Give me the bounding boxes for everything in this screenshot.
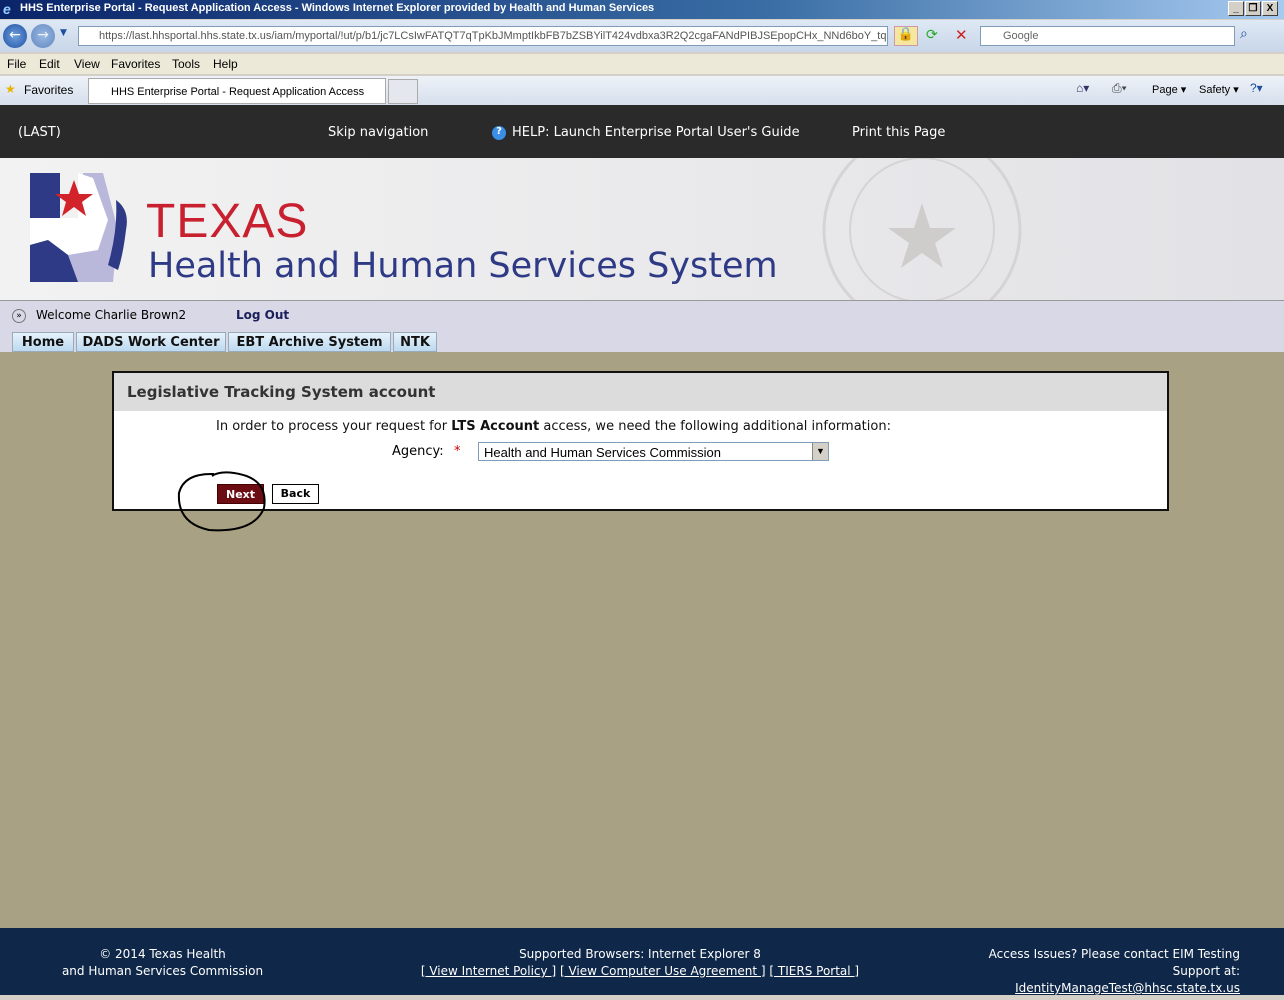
- menu-edit[interactable]: Edit: [39, 57, 60, 71]
- supported-browsers: Supported Browsers: Internet Explorer 8: [519, 947, 761, 961]
- tab-label: HHS Enterprise Portal - Request Applicat…: [111, 86, 365, 98]
- agency-label: Agency:: [392, 444, 444, 459]
- copyright-line-2: and Human Services Commission: [61, 964, 264, 978]
- intro-bold: LTS Account: [451, 419, 540, 434]
- access-issues-text: Access Issues? Please contact EIM Testin…: [988, 947, 1240, 961]
- computer-use-agreement-link[interactable]: [ View Computer Use Agreement ]: [560, 964, 766, 978]
- panel-title: Legislative Tracking System account: [114, 373, 1167, 411]
- support-email-link[interactable]: IdentityManageTest@hhsc.state.tx.us: [1015, 981, 1240, 995]
- menu-help[interactable]: Help: [213, 57, 238, 71]
- address-bar[interactable]: https://last.hhsportal.hhs.state.tx.us/i…: [78, 26, 888, 46]
- top-navigation: (LAST) Skip navigation ? HELP: Launch En…: [0, 105, 1284, 158]
- window-title-bar: e HHS Enterprise Portal - Request Applic…: [0, 0, 1284, 19]
- tab-dads-work-center[interactable]: DADS Work Center: [76, 332, 226, 352]
- search-input[interactable]: Google: [980, 26, 1235, 46]
- chevron-down-icon[interactable]: ▼: [812, 443, 828, 460]
- print-icon[interactable]: ⎙▾: [1112, 81, 1127, 96]
- favorites-bar: ★ Favorites HHS Enterprise Portal - Requ…: [0, 76, 1284, 105]
- hhs-system-title: Health and Human Services System: [148, 246, 778, 286]
- back-button[interactable]: Back: [272, 484, 319, 504]
- lts-account-panel: Legislative Tracking System account In o…: [112, 371, 1169, 532]
- minimize-button[interactable]: _: [1228, 1, 1244, 16]
- user-bar: » Welcome Charlie Brown2 Log Out Home DA…: [0, 300, 1284, 352]
- address-toolbar: ← → ▼ https://last.hhsportal.hhs.state.t…: [0, 20, 1284, 52]
- page-menu[interactable]: Page ▾: [1152, 83, 1186, 96]
- copyright-line-1: © 2014 Texas Health: [99, 947, 226, 961]
- agency-select[interactable]: Health and Human Services Commission ▼: [478, 442, 829, 461]
- footer: © 2014 Texas Health and Human Services C…: [0, 928, 1284, 995]
- new-tab-button[interactable]: [388, 79, 418, 104]
- stop-icon[interactable]: ✕: [955, 26, 968, 44]
- agency-selected-value: Health and Human Services Commission: [484, 445, 721, 460]
- menu-favorites[interactable]: Favorites: [111, 57, 160, 71]
- tiers-portal-link[interactable]: [ TIERS Portal ]: [769, 964, 859, 978]
- forward-arrow-icon[interactable]: →: [31, 24, 55, 48]
- help-circle-icon: ?: [492, 126, 506, 140]
- logout-link[interactable]: Log Out: [236, 308, 289, 322]
- hand-drawn-circle-annotation: [177, 471, 266, 532]
- refresh-icon[interactable]: ⟳: [926, 27, 938, 43]
- lock-icon[interactable]: 🔒: [894, 26, 918, 46]
- required-marker: *: [454, 444, 461, 459]
- favorites-button[interactable]: Favorites: [24, 83, 73, 97]
- ie-logo-icon: e: [3, 1, 11, 17]
- internet-policy-link[interactable]: [ View Internet Policy ]: [421, 964, 556, 978]
- tab-ebt-archive-system[interactable]: EBT Archive System: [228, 332, 391, 352]
- intro-text: In order to process your request for LTS…: [216, 419, 891, 434]
- collapse-chevron-icon[interactable]: »: [12, 309, 26, 323]
- restore-button[interactable]: ❐: [1245, 1, 1261, 16]
- texas-seal-watermark: [822, 158, 1022, 300]
- menu-tools[interactable]: Tools: [172, 57, 200, 71]
- help-icon[interactable]: ?▾: [1250, 81, 1263, 95]
- menu-view[interactable]: View: [74, 57, 100, 71]
- star-icon: ★: [5, 82, 16, 96]
- tab-home[interactable]: Home: [12, 332, 74, 352]
- history-dropdown-icon[interactable]: ▼: [60, 28, 67, 38]
- menu-bar: File Edit View Favorites Tools Help: [0, 54, 1284, 74]
- intro-pre: In order to process your request for: [216, 419, 452, 434]
- back-arrow-icon[interactable]: ←: [3, 24, 27, 48]
- close-button[interactable]: X: [1262, 1, 1278, 16]
- hhs-logo-icon: [30, 173, 127, 282]
- home-icon[interactable]: ⌂▾: [1076, 81, 1089, 95]
- skip-navigation-link[interactable]: Skip navigation: [328, 125, 428, 140]
- texas-wordmark: TEXAS: [146, 195, 309, 248]
- url-text: https://last.hhsportal.hhs.state.tx.us/i…: [99, 30, 887, 42]
- search-placeholder: Google: [1003, 30, 1039, 42]
- intro-post: access, we need the following additional…: [539, 419, 891, 434]
- menu-file[interactable]: File: [7, 57, 26, 71]
- header-banner: TEXAS Health and Human Services System: [0, 158, 1284, 300]
- print-page-link[interactable]: Print this Page: [852, 125, 945, 140]
- safety-label: Safety: [1199, 84, 1231, 96]
- page-label: Page: [1152, 84, 1178, 96]
- tab-ntk[interactable]: NTK: [393, 332, 437, 352]
- browser-tab[interactable]: HHS Enterprise Portal - Request Applicat…: [88, 78, 386, 104]
- search-icon[interactable]: ⌕: [1240, 26, 1248, 42]
- safety-menu[interactable]: Safety ▾: [1199, 83, 1239, 96]
- help-guide-link[interactable]: HELP: Launch Enterprise Portal User's Gu…: [512, 125, 800, 140]
- last-link[interactable]: (LAST): [18, 125, 61, 140]
- window-title: HHS Enterprise Portal - Request Applicat…: [20, 2, 655, 14]
- support-label: Support at:: [1172, 964, 1240, 978]
- welcome-text: Welcome Charlie Brown2: [36, 308, 187, 322]
